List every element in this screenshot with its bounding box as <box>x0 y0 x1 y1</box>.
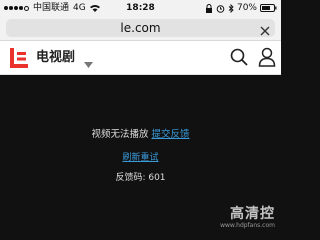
video-player: 视频无法播放 提交反馈 刷新重试 反馈码: 601 高清控 www.hdpfans… <box>0 75 281 233</box>
status-right: 70% <box>205 0 277 16</box>
battery-icon <box>260 4 277 12</box>
le-logo[interactable] <box>10 48 28 68</box>
feedback-code-value: 601 <box>148 173 166 183</box>
error-text: 视频无法播放 <box>91 129 149 140</box>
site-header: 电视剧 <box>0 41 281 75</box>
watermark-url: www.hdpfans.com <box>220 222 275 229</box>
battery-percent: 70% <box>236 3 257 13</box>
submit-feedback-link[interactable]: 提交反馈 <box>152 129 190 140</box>
url-text[interactable]: le.com <box>6 19 275 37</box>
lock-rotation-icon <box>205 3 213 13</box>
error-message-line: 视频无法播放 提交反馈 <box>0 126 281 140</box>
bluetooth-icon <box>228 3 234 13</box>
search-icon[interactable] <box>230 48 248 66</box>
feedback-code-line: 反馈码: 601 <box>0 170 281 183</box>
user-icon[interactable] <box>258 47 276 67</box>
address-bar: le.com <box>0 16 281 41</box>
status-bar: 中国联通 4G 18:28 70% <box>0 0 281 16</box>
channel-label[interactable]: 电视剧 <box>36 41 75 74</box>
feedback-code-label: 反馈码: <box>115 173 146 183</box>
watermark-title: 高清控 <box>230 206 275 222</box>
chevron-down-icon[interactable] <box>84 54 93 68</box>
refresh-retry-link[interactable]: 刷新重试 <box>0 150 281 163</box>
close-icon[interactable] <box>259 22 271 36</box>
alarm-icon <box>216 4 225 13</box>
watermark: 高清控 www.hdpfans.com <box>220 206 275 230</box>
url-field[interactable]: le.com <box>6 19 275 37</box>
